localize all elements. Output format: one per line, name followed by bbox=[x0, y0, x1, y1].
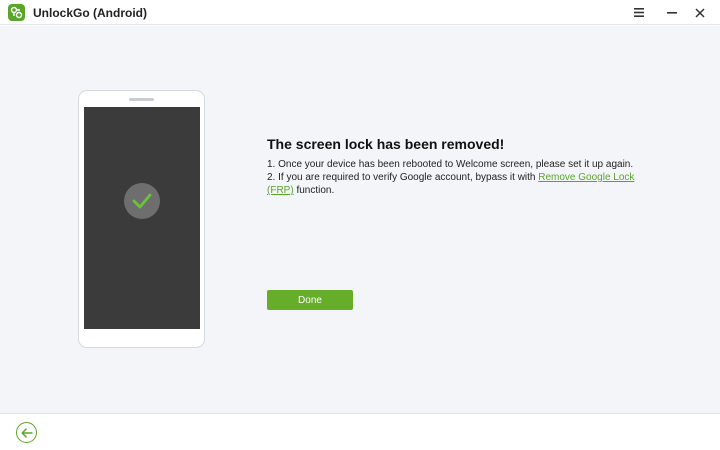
phone-illustration bbox=[78, 90, 205, 348]
instruction-step-2: 2. If you are required to verify Google … bbox=[267, 171, 637, 197]
phone-screen bbox=[84, 107, 200, 329]
done-button[interactable]: Done bbox=[267, 290, 353, 310]
back-button[interactable] bbox=[16, 422, 37, 443]
instruction-step-1: 1. Once your device has been rebooted to… bbox=[267, 159, 634, 170]
minimize-icon bbox=[667, 11, 677, 14]
step-2-prefix: 2. If you are required to verify Google … bbox=[267, 172, 539, 183]
success-badge bbox=[124, 183, 160, 219]
close-button[interactable] bbox=[690, 3, 710, 22]
title-bar: UnlockGo (Android) bbox=[0, 0, 720, 25]
menu-button[interactable] bbox=[629, 3, 649, 22]
checkmark-icon bbox=[132, 193, 152, 209]
hamburger-menu-icon bbox=[634, 8, 644, 17]
footer-bar bbox=[0, 413, 720, 450]
unlockgo-logo-icon bbox=[8, 4, 25, 21]
app-title: UnlockGo (Android) bbox=[33, 6, 147, 20]
back-arrow-icon bbox=[20, 427, 33, 438]
minimize-button[interactable] bbox=[662, 3, 682, 22]
step-2-suffix: function. bbox=[293, 185, 335, 196]
main-content: The screen lock has been removed! 1. Onc… bbox=[0, 26, 720, 413]
phone-speaker bbox=[129, 98, 154, 101]
instructions-text: 1. Once your device has been rebooted to… bbox=[267, 158, 637, 197]
result-heading: The screen lock has been removed! bbox=[267, 136, 505, 152]
close-icon bbox=[695, 7, 705, 18]
